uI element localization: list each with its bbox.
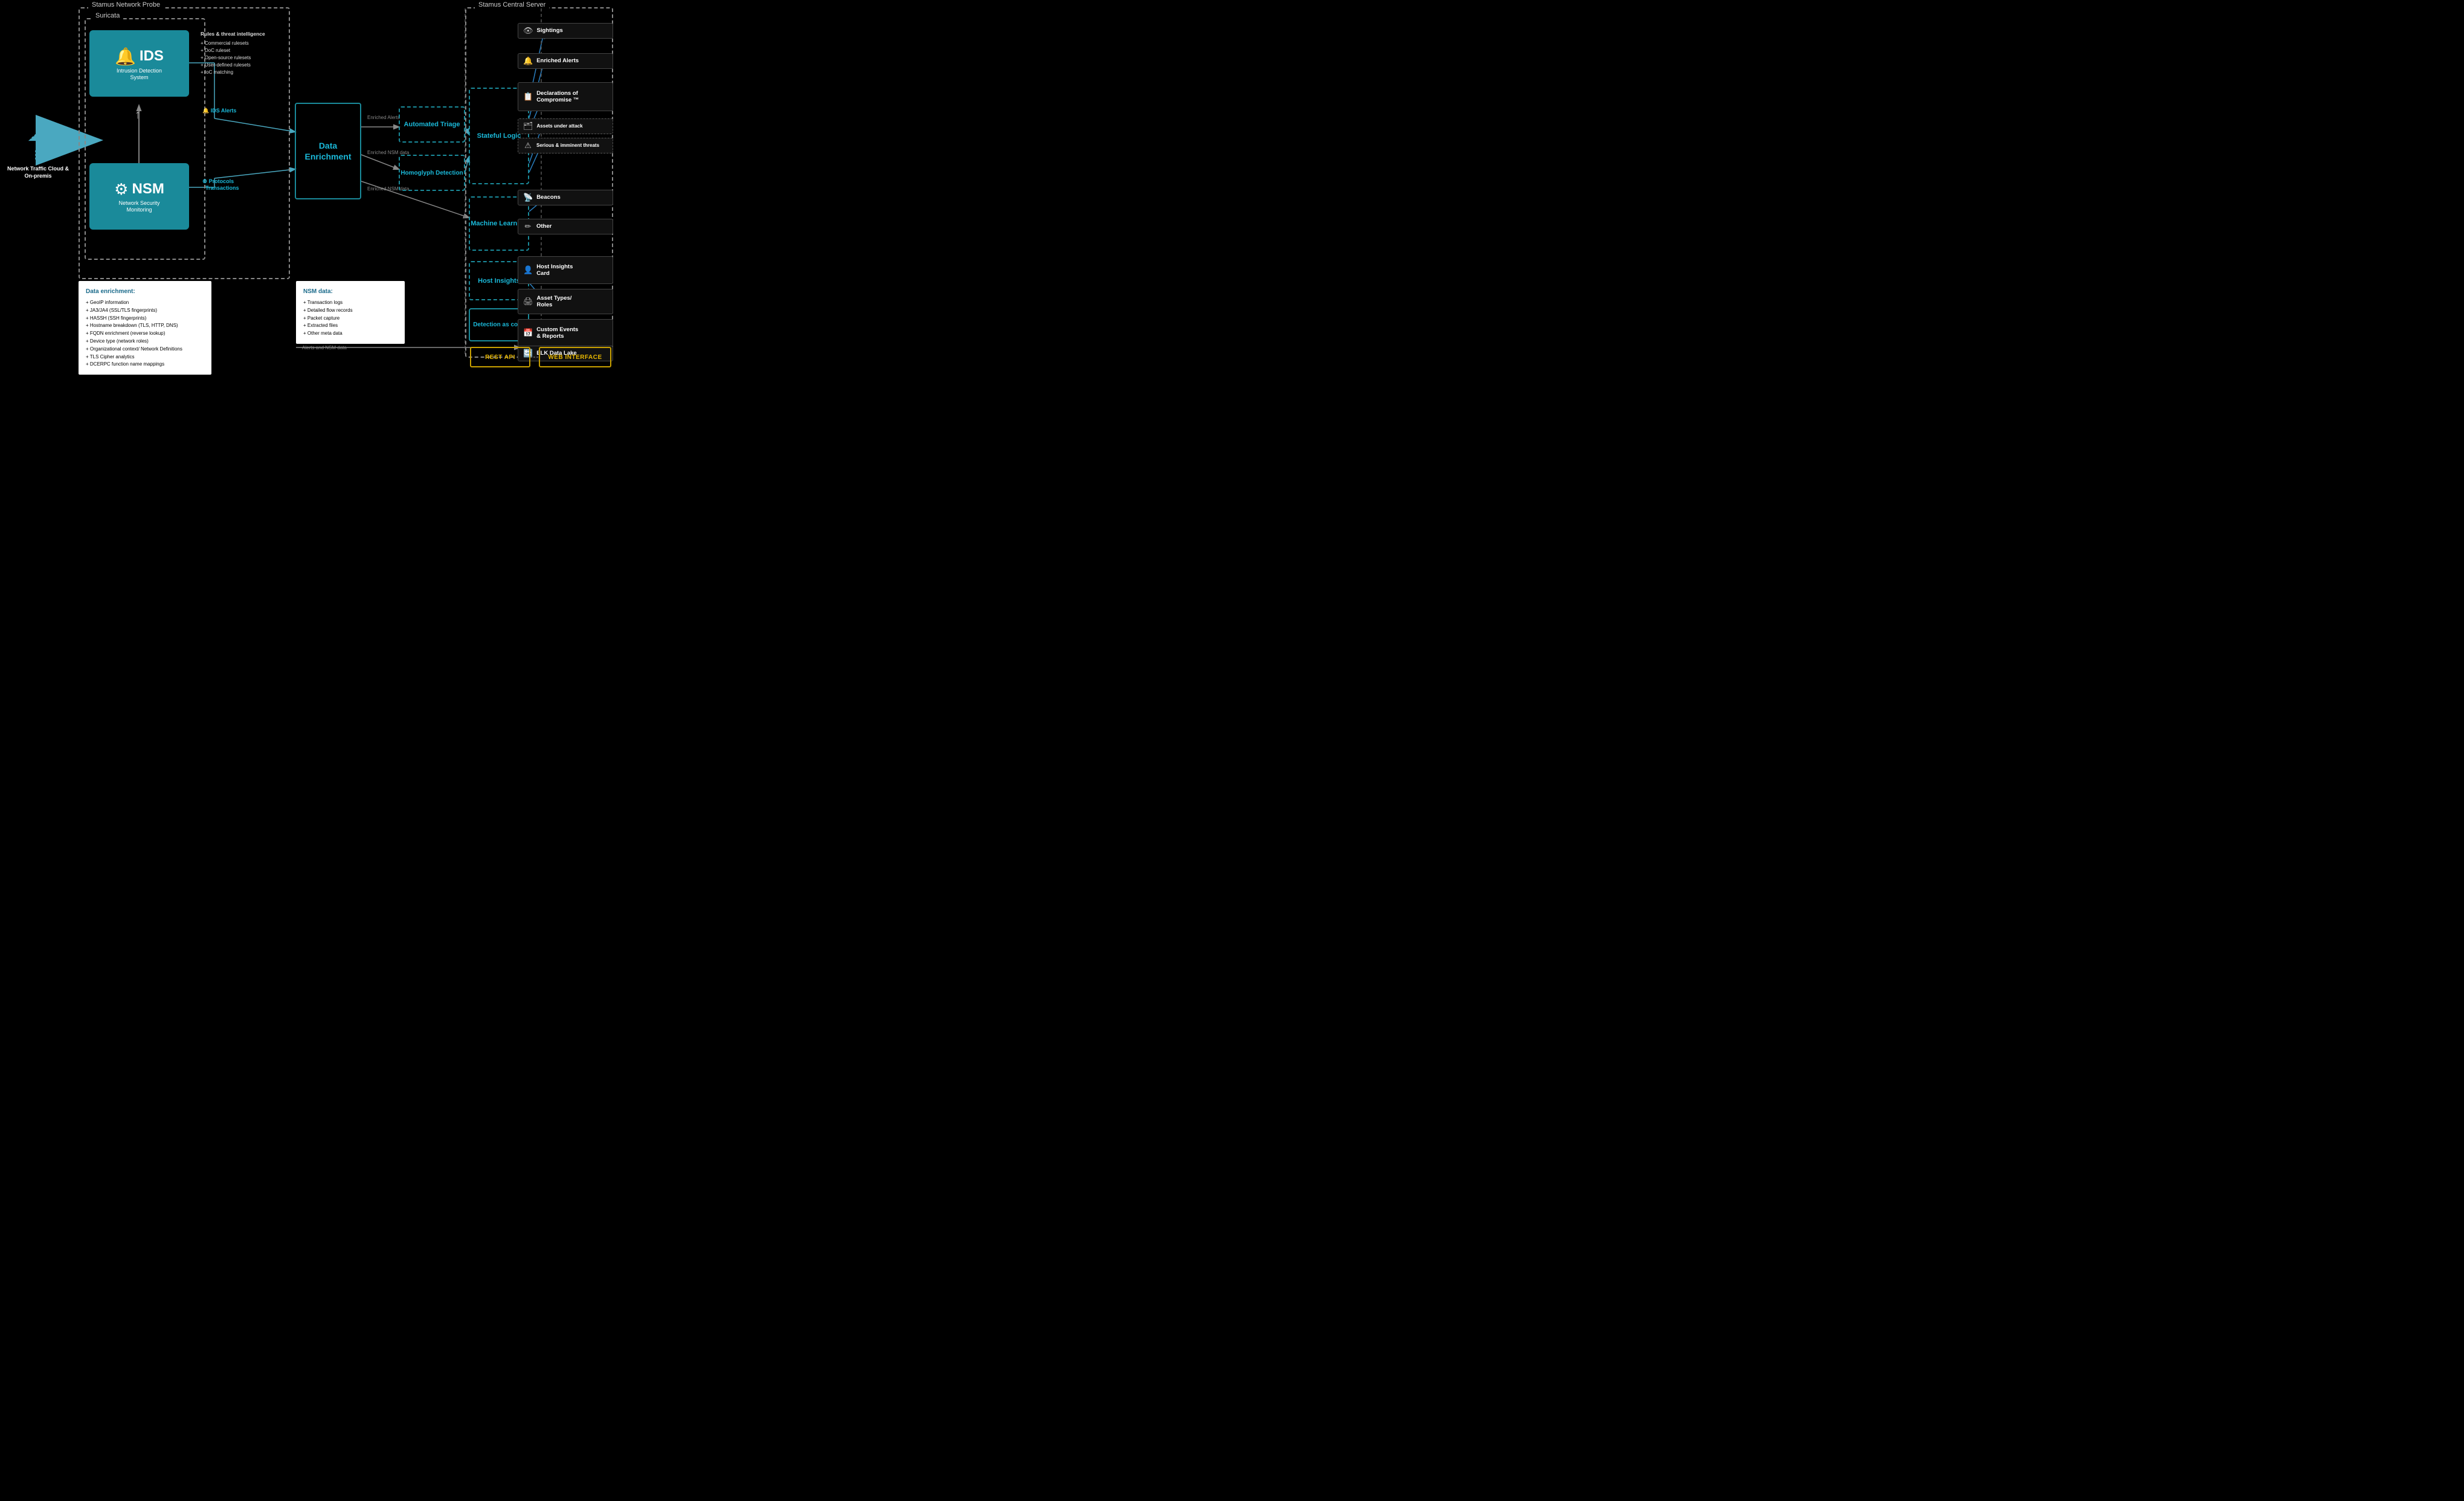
central-title: Stamus Central Server bbox=[475, 1, 549, 8]
nsm-item-5: + Other meta data bbox=[303, 330, 397, 338]
eye-icon: 👁 bbox=[523, 26, 533, 36]
host-insights-label: Host Insights bbox=[478, 277, 520, 285]
proto-trans-text: Protocols Transactions bbox=[202, 178, 239, 191]
nsm-block: ⚙ NSM Network SecurityMonitoring bbox=[89, 163, 189, 230]
output-other: ✏ Other bbox=[518, 219, 613, 234]
enriched-alerts-label: Enriched Alerts bbox=[367, 115, 400, 120]
ids-nsm-arrow: ↑ bbox=[132, 103, 144, 127]
detection-as-code-label: Detection as code bbox=[473, 321, 525, 328]
de-item-1: + GeoIP information bbox=[86, 299, 204, 307]
de-item-8: + TLS Cipher analytics bbox=[86, 353, 204, 361]
de-item-6: + Device type (network roles) bbox=[86, 338, 204, 346]
nsm-item-1: + Transaction logs bbox=[303, 299, 397, 307]
pencil-icon: ✏ bbox=[523, 222, 533, 231]
api-web-connector bbox=[530, 353, 539, 361]
output-sightings: 👁 Sightings bbox=[518, 23, 613, 39]
assets-icon: 🗂 bbox=[523, 121, 533, 131]
bell-small-icon: 🔔 bbox=[202, 108, 209, 114]
de-item-9: + DCERPC function name mappings bbox=[86, 361, 204, 369]
web-interface-box: WEB INTERFACE bbox=[539, 347, 611, 367]
ids-alerts-text: IDS Alerts bbox=[211, 108, 237, 114]
nsm-sub: Network SecurityMonitoring bbox=[118, 200, 159, 213]
data-enrichment-label: Data Enrichment bbox=[296, 140, 360, 162]
proto-icon: ⚙ bbox=[202, 178, 207, 184]
warning-icon: ⚠ bbox=[523, 141, 533, 150]
bell-output-icon: 🔔 bbox=[523, 56, 533, 66]
bell-icon: 🔔 bbox=[115, 47, 136, 66]
nsm-label: NSM bbox=[132, 181, 164, 198]
stateful-logic-label: Stateful Logic bbox=[477, 132, 521, 140]
de-item-4: + Hostname breakdown (TLS, HTTP, DNS) bbox=[86, 322, 204, 330]
nsm-item-3: + Packet capture bbox=[303, 315, 397, 323]
network-dots: ⠿ bbox=[5, 149, 71, 164]
enriched-alerts-output-label: Enriched Alerts bbox=[536, 57, 579, 64]
suricata-title: Suricata bbox=[92, 12, 123, 19]
cloud-icon: ☁ bbox=[5, 121, 71, 146]
de-item-2: + JA3/JA4 (SSL/TLS fingerprints) bbox=[86, 307, 204, 315]
rules-item-2: + DoC ruleset bbox=[201, 47, 285, 54]
probe-title: Stamus Network Probe bbox=[88, 1, 164, 8]
host-card-label: Host InsightsCard bbox=[536, 263, 573, 277]
ids-alerts-label: 🔔 IDS Alerts bbox=[202, 108, 236, 114]
data-enrichment-box: Data Enrichment bbox=[295, 103, 361, 199]
asset-types-label: Asset Types/Roles bbox=[537, 295, 572, 309]
ids-block: 🔔 IDS Intrusion DetectionSystem bbox=[89, 30, 189, 97]
nsm-data-info-title: NSM data: bbox=[303, 287, 397, 297]
rules-item-1: + Commercial rulesets bbox=[201, 40, 285, 47]
nsm-item-4: + Extracted files bbox=[303, 322, 397, 330]
architecture-diagram: ☁ ⠿ Network Traffic Cloud & On-premis St… bbox=[0, 0, 616, 375]
proto-trans-label: ⚙ Protocols Transactions bbox=[202, 178, 239, 191]
de-item-3: + HASSH (SSH fingerprints) bbox=[86, 315, 204, 323]
de-item-5: + FQDN enrichment (reverse lookup) bbox=[86, 330, 204, 338]
rules-item-4: + User-defined rulesets bbox=[201, 62, 285, 69]
homoglyph-box: Homoglyph Detection bbox=[399, 155, 465, 191]
nsm-icon: ⚙ bbox=[114, 180, 128, 199]
de-item-7: + Organizational context/ Network Defini… bbox=[86, 346, 204, 353]
ids-label: IDS bbox=[140, 48, 164, 65]
rules-item-5: + IoC matching bbox=[201, 69, 285, 76]
output-assets: 🗂 Assets under attack bbox=[518, 118, 613, 134]
rules-item-3: + Open-source rulesets bbox=[201, 54, 285, 62]
person-icon: 👤 bbox=[523, 265, 533, 275]
output-serious: ⚠ Serious & imminent threats bbox=[518, 138, 613, 153]
sightings-label: Sightings bbox=[537, 27, 563, 34]
data-enrichment-info: Data enrichment: + GeoIP information + J… bbox=[79, 281, 211, 375]
network-traffic-label: Network Traffic Cloud & On-premis bbox=[5, 166, 71, 179]
automated-triage-box: Automated Triage bbox=[399, 106, 465, 143]
automated-triage-label: Automated Triage bbox=[404, 121, 460, 128]
declarations-label: Declarations ofCompromise ™ bbox=[536, 90, 579, 104]
ids-sub: Intrusion DetectionSystem bbox=[117, 68, 162, 81]
custom-events-label: Custom Events& Reports bbox=[536, 326, 578, 340]
doc-icon: 📋 bbox=[523, 92, 533, 102]
printer-icon: 🖨 bbox=[523, 297, 533, 306]
rules-title: Rules & threat intelligence bbox=[201, 30, 285, 38]
nsm-item-2: + Detailed flow records bbox=[303, 307, 397, 315]
assets-label: Assets under attack bbox=[537, 123, 583, 129]
beacon-icon: 📡 bbox=[523, 193, 533, 202]
rest-api-label: REST API bbox=[485, 354, 515, 361]
output-declarations: 📋 Declarations ofCompromise ™ bbox=[518, 82, 613, 111]
serious-label: Serious & imminent threats bbox=[536, 143, 599, 149]
rules-text: Rules & threat intelligence + Commercial… bbox=[201, 30, 285, 76]
output-asset-types: 🖨 Asset Types/Roles bbox=[518, 289, 613, 314]
output-beacons: 📡 Beacons bbox=[518, 190, 613, 205]
nsm-data-info: NSM data: + Transaction logs + Detailed … bbox=[296, 281, 405, 344]
output-enriched-alerts: 🔔 Enriched Alerts bbox=[518, 53, 613, 69]
data-enrichment-info-title: Data enrichment: bbox=[86, 287, 204, 297]
homoglyph-label: Homoglyph Detection bbox=[400, 170, 463, 176]
rest-api-box: REST API bbox=[470, 347, 530, 367]
output-custom-events: 📅 Custom Events& Reports bbox=[518, 319, 613, 347]
calendar-icon: 📅 bbox=[523, 328, 533, 338]
beacons-label: Beacons bbox=[536, 194, 561, 201]
output-host-card: 👤 Host InsightsCard bbox=[518, 256, 613, 284]
network-traffic: ☁ ⠿ Network Traffic Cloud & On-premis bbox=[5, 121, 71, 179]
web-interface-label: WEB INTERFACE bbox=[548, 354, 602, 361]
other-label: Other bbox=[536, 223, 552, 230]
